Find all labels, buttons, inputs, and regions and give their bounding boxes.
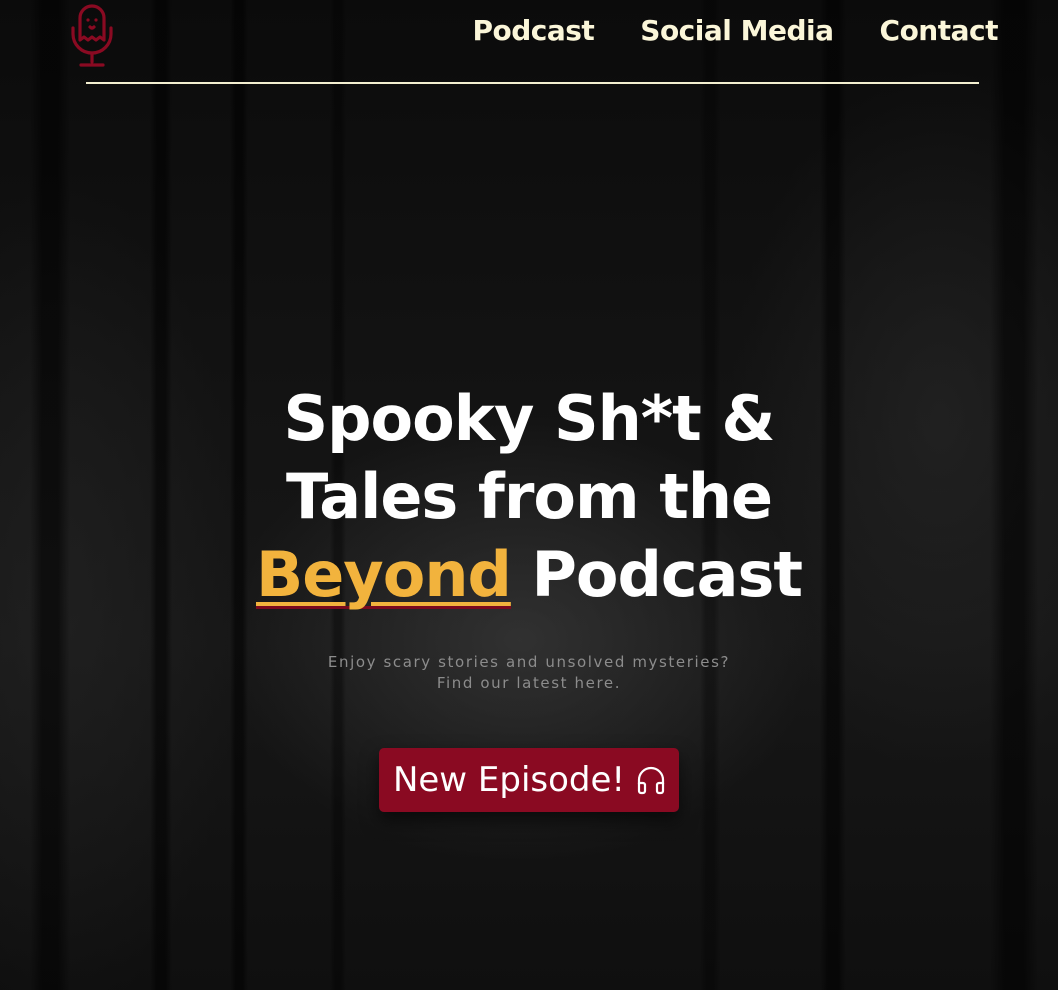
hero-title-accent: Beyond: [256, 538, 512, 611]
headphones-icon: [635, 764, 667, 796]
hero-title-end: Podcast: [531, 538, 803, 611]
ghost-microphone-icon[interactable]: [70, 2, 114, 68]
hero-title: Spooky Sh*t & Tales from the Beyond Podc…: [219, 380, 839, 614]
hero-subtitle-line1: Enjoy scary stories and unsolved mysteri…: [327, 653, 731, 671]
page: Podcast Social Media Contact Spooky Sh*t…: [0, 0, 1058, 990]
hero-title-line1: Spooky Sh*t &: [283, 382, 776, 455]
nav-divider: [86, 82, 979, 84]
hero-subtitle: Enjoy scary stories and unsolved mysteri…: [0, 652, 1058, 694]
hero-subtitle-line2: Find our latest here.: [436, 674, 622, 692]
nav-link-podcast[interactable]: Podcast: [472, 14, 594, 47]
hero-title-line2: Tales from the: [285, 460, 773, 533]
hero: Spooky Sh*t & Tales from the Beyond Podc…: [0, 380, 1058, 812]
new-episode-label: New Episode!: [392, 760, 626, 800]
new-episode-button[interactable]: New Episode!: [378, 748, 680, 812]
nav-link-contact[interactable]: Contact: [880, 14, 999, 47]
nav-link-social-media[interactable]: Social Media: [640, 14, 834, 47]
nav-links: Podcast Social Media Contact: [472, 14, 998, 47]
navbar: Podcast Social Media Contact: [0, 0, 1058, 84]
